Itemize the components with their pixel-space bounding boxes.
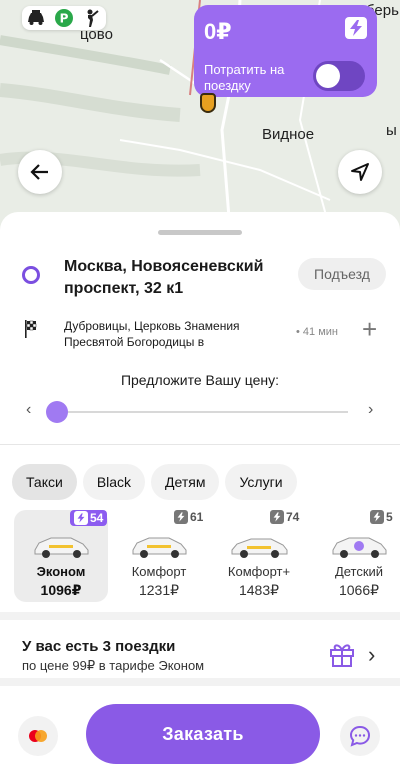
price-offer-title: Предложите Вашу цену: xyxy=(120,372,280,388)
origin-address[interactable]: Москва, Новоясеневский проспект, 32 к1 xyxy=(64,256,294,300)
order-sheet: Москва, Новоясеневский проспект, 32 к1 П… xyxy=(0,212,400,770)
car-comfort-icon xyxy=(132,537,187,558)
origin-dot-icon xyxy=(22,266,40,284)
tariff-list: 54 Эконом 1096₽ 61 Комфорт 1231₽ 74 Комф… xyxy=(14,510,400,602)
locate-button[interactable] xyxy=(338,150,382,194)
tab-services[interactable]: Услуги xyxy=(225,464,297,500)
sheet-drag-handle[interactable] xyxy=(158,230,242,235)
tariff-card-comfort[interactable]: 61 Комфорт 1231₽ xyxy=(112,510,206,602)
points-badge: 74 xyxy=(270,510,299,524)
tariff-name: Комфорт xyxy=(131,564,187,579)
points-value: 74 xyxy=(286,510,300,524)
finish-flag-icon xyxy=(24,320,40,338)
cashback-toggle[interactable] xyxy=(313,61,365,91)
tariff-name: Комфорт+ xyxy=(227,564,291,579)
tab-black[interactable]: Black xyxy=(82,464,146,500)
map-city-label: ы xyxy=(386,122,397,139)
points-value: 54 xyxy=(90,511,104,525)
cashback-card[interactable]: 0₽ Потратить на поездку xyxy=(194,5,377,97)
promo-subtitle: по цене 99₽ в тарифе Эконом xyxy=(22,658,205,673)
cashback-spend-label: Потратить на поездку xyxy=(204,62,285,93)
tab-taxi[interactable]: Такси xyxy=(12,464,77,500)
tariff-name: Эконом xyxy=(36,564,86,579)
trip-duration: • 41 мин xyxy=(296,326,338,338)
mastercard-icon xyxy=(29,730,47,742)
tariff-card-child[interactable]: 5 Детский 1066₽ xyxy=(312,510,400,602)
promo-banner[interactable]: У вас есть 3 поездки по цене 99₽ в тариф… xyxy=(0,612,400,686)
tariff-name: Детский xyxy=(334,564,384,579)
navigation-arrow-icon xyxy=(351,163,369,181)
points-value: 61 xyxy=(190,510,204,524)
lightning-icon xyxy=(370,510,384,524)
payment-method-button[interactable] xyxy=(18,716,58,756)
svg-text:P: P xyxy=(60,12,69,26)
chevron-right-icon: › xyxy=(368,642,376,667)
taxi-icon[interactable] xyxy=(26,8,46,28)
lightning-icon xyxy=(174,510,188,524)
destination-address[interactable]: Дубровицы, Церковь Знамения Пресвятой Бо… xyxy=(64,318,286,350)
car-child-icon xyxy=(332,537,387,558)
lightning-icon xyxy=(270,510,284,524)
lightning-icon xyxy=(74,511,88,525)
promo-title: У вас есть 3 поездки xyxy=(22,638,176,655)
parking-icon[interactable]: P xyxy=(54,8,74,28)
arrow-left-icon xyxy=(30,164,48,180)
price-slider[interactable] xyxy=(52,411,348,413)
tab-kids[interactable]: Детям xyxy=(151,464,220,500)
order-button[interactable]: Заказать xyxy=(86,704,320,764)
tariff-price: 1096₽ xyxy=(40,582,82,598)
tariff-card-comfort-plus[interactable]: 74 Комфорт+ 1483₽ xyxy=(212,510,306,602)
car-comfort-plus-icon xyxy=(231,538,288,558)
gift-icon xyxy=(330,644,354,667)
service-switcher[interactable]: P xyxy=(22,6,106,30)
tariff-price: 1483₽ xyxy=(238,582,280,598)
back-button[interactable] xyxy=(18,150,62,194)
points-value: 5 xyxy=(386,510,393,524)
chat-button[interactable] xyxy=(340,716,380,756)
lightning-icon xyxy=(345,17,367,39)
category-tabs: Такси Black Детям Услуги xyxy=(12,464,297,500)
tariff-price: 1066₽ xyxy=(338,582,380,598)
map-city-label: Видное xyxy=(262,126,315,143)
points-badge: 61 xyxy=(174,510,203,524)
price-slider-knob[interactable] xyxy=(46,401,68,423)
chat-bubble-icon xyxy=(349,725,371,747)
points-badge: 5 xyxy=(370,510,393,524)
hitch-icon[interactable] xyxy=(82,8,102,28)
porch-button[interactable]: Подъезд xyxy=(298,258,386,290)
tariff-card-economy[interactable]: 54 Эконом 1096₽ xyxy=(14,510,108,602)
toggle-knob xyxy=(316,64,340,88)
price-increase-button[interactable]: › xyxy=(368,401,373,419)
divider xyxy=(0,444,400,445)
cashback-amount: 0₽ xyxy=(204,19,232,44)
points-badge: 54 xyxy=(70,510,108,526)
add-stop-button[interactable]: + xyxy=(362,316,377,342)
tariff-price: 1231₽ xyxy=(138,582,180,598)
car-economy-icon xyxy=(34,537,89,558)
pickup-marker-icon xyxy=(200,93,216,113)
price-decrease-button[interactable]: ‹ xyxy=(26,401,31,419)
